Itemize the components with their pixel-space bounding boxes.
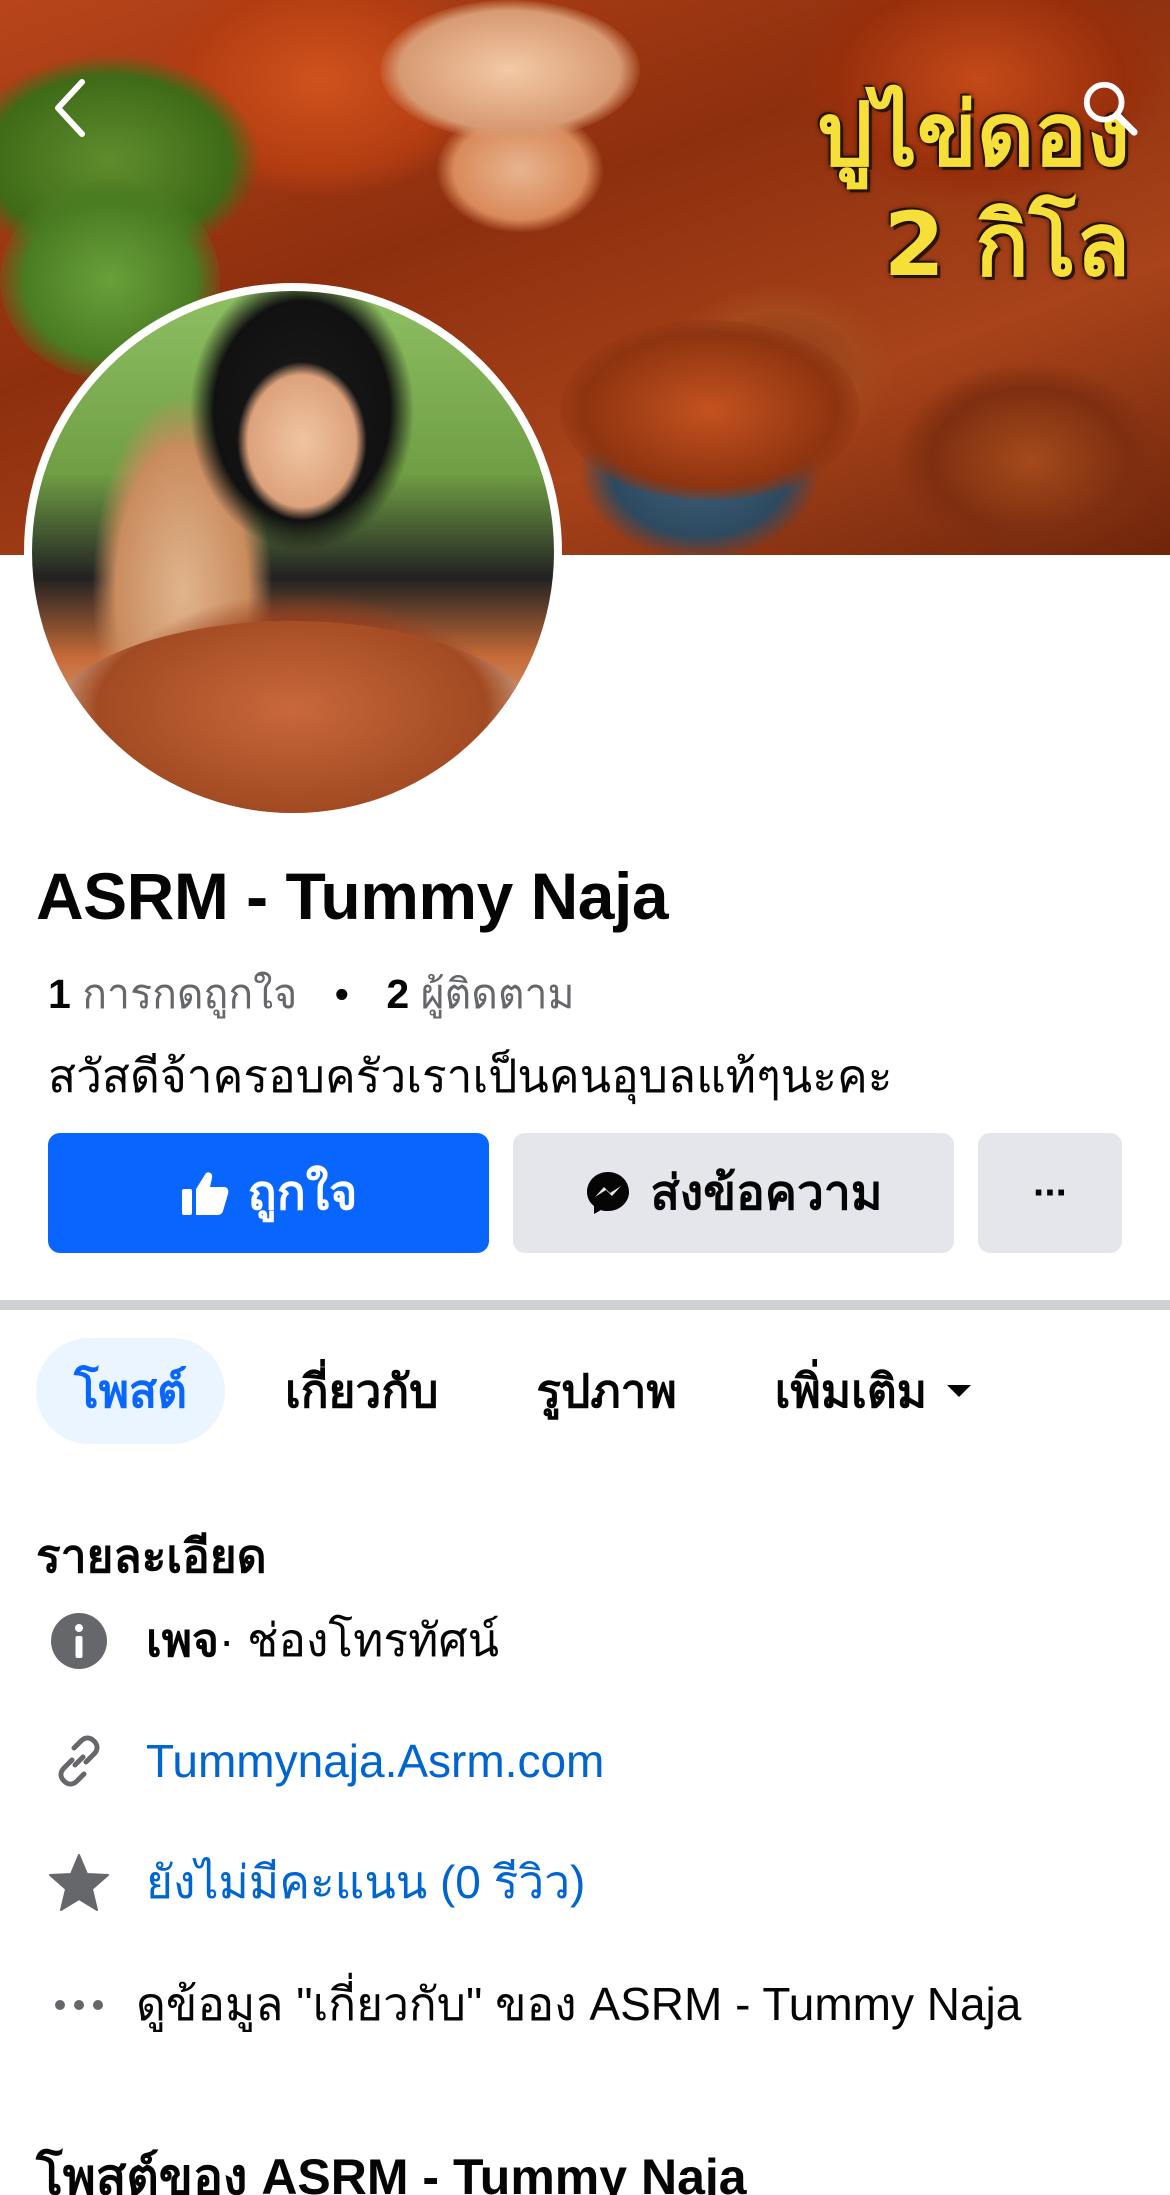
tab-posts-label: โพสต์ — [74, 1364, 187, 1417]
ellipsis-icon — [44, 1970, 114, 2040]
page-stats: 1 การกดถูกใจ • 2 ผู้ติดตาม — [48, 962, 575, 1027]
messenger-icon — [587, 1172, 630, 1214]
search-icon — [1083, 81, 1138, 136]
tab-more-label: เพิ่มเติม — [774, 1364, 928, 1417]
more-actions-button[interactable]: ··· — [978, 1133, 1122, 1253]
about-link[interactable]: ดูข้อมูล "เกี่ยวกับ" ของ ASRM - Tummy Na… — [136, 1968, 1021, 2041]
tab-more[interactable]: เพิ่มเติม — [737, 1338, 1011, 1444]
caret-down-icon — [947, 1385, 972, 1397]
search-button[interactable] — [1080, 78, 1140, 138]
cover-overlay-text: ปูไข่ดอง 2 กิโล — [730, 80, 1130, 300]
posts-heading: โพสต์ของ ASRM - Tummy Naja — [36, 2149, 747, 2195]
stats-separator: • — [334, 971, 349, 1017]
followers-label[interactable]: ผู้ติดตาม — [421, 971, 575, 1017]
detail-website[interactable]: Tummynaja.Asrm.com — [44, 1726, 604, 1796]
followers-count: 2 — [386, 971, 410, 1017]
tab-about-label: เกี่ยวกับ — [284, 1364, 439, 1417]
detail-about[interactable]: ดูข้อมูล "เกี่ยวกับ" ของ ASRM - Tummy Na… — [44, 1968, 1021, 2041]
thumbs-up-icon — [181, 1172, 229, 1215]
tab-photos[interactable]: รูปภาพ — [498, 1338, 714, 1444]
cover-food-decoration — [380, 0, 640, 140]
info-icon — [44, 1606, 114, 1676]
section-divider — [0, 1300, 1170, 1310]
cover-overlay-line2: 2 กิโล — [883, 193, 1130, 296]
profile-tabs: โพสต์ เกี่ยวกับ รูปภาพ เพิ่มเติม — [36, 1338, 1033, 1444]
star-icon — [44, 1848, 114, 1918]
message-button[interactable]: ส่งข้อความ — [513, 1133, 954, 1253]
detail-rating[interactable]: ยังไม่มีคะแนน (0 รีวิว) — [44, 1846, 585, 1919]
details-heading: รายละเอียด — [36, 1530, 267, 1582]
category-prefix: เพจ — [146, 1614, 219, 1666]
category-value: · ช่องโทรทัศน์ — [219, 1614, 500, 1666]
link-icon — [44, 1726, 114, 1796]
page-bio: สวัสดีจ้าครอบครัวเราเป็นคนอุบลแท้ๆนะคะ — [48, 1050, 893, 1102]
like-button[interactable]: ถูกใจ — [48, 1133, 489, 1253]
chevron-left-icon — [55, 79, 85, 137]
tab-photos-label: รูปภาพ — [536, 1364, 677, 1417]
ellipsis-icon: ··· — [1033, 1170, 1069, 1215]
like-button-label: ถูกใจ — [247, 1167, 358, 1220]
message-button-label: ส่งข้อความ — [650, 1167, 883, 1220]
likes-count: 1 — [48, 971, 71, 1017]
tab-posts[interactable]: โพสต์ — [36, 1338, 225, 1444]
rating-link[interactable]: ยังไม่มีคะแนน (0 รีวิว) — [146, 1846, 585, 1919]
tab-about[interactable]: เกี่ยวกับ — [247, 1338, 476, 1444]
cover-overlay-line1: ปูไข่ดอง — [816, 83, 1130, 186]
cover-food-decoration — [560, 320, 860, 500]
page-title: ASRM - Tummy Naja — [36, 859, 669, 933]
likes-label[interactable]: การกดถูกใจ — [82, 971, 297, 1017]
profile-avatar[interactable] — [24, 283, 562, 821]
back-button[interactable] — [40, 78, 100, 138]
website-link[interactable]: Tummynaja.Asrm.com — [146, 1734, 604, 1788]
detail-category: เพจ · ช่องโทรทัศน์ — [44, 1604, 499, 1677]
